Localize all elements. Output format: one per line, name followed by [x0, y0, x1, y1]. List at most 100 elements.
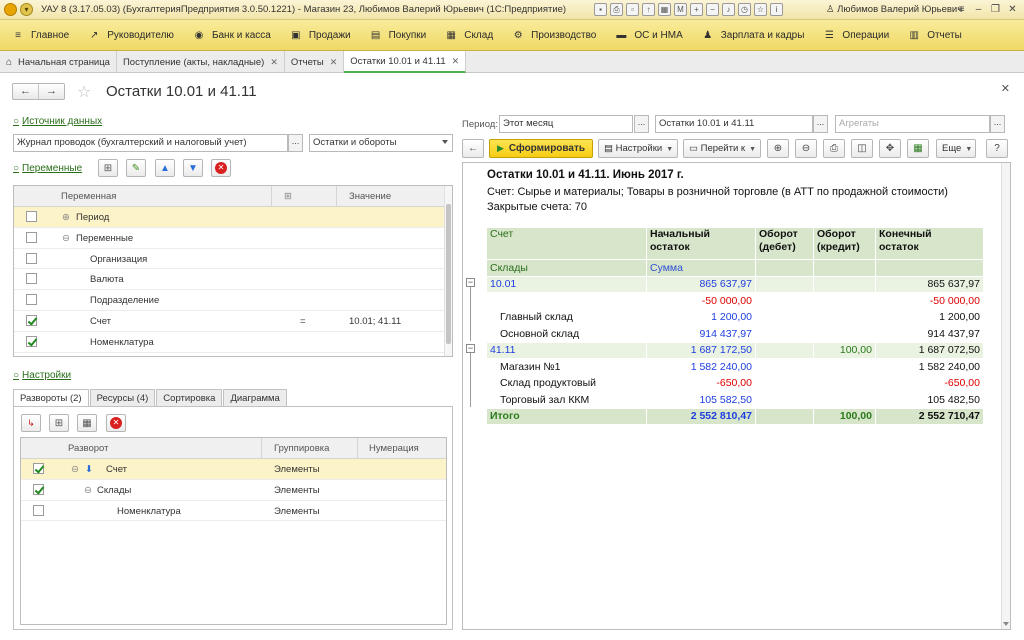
delete-breakdown-button[interactable]: ✕ [106, 414, 126, 432]
memory-minus-icon[interactable]: − [706, 3, 719, 16]
section-3[interactable]: ▣ Продажи [290, 30, 351, 41]
breakdown-grouping[interactable]: Элементы [274, 485, 320, 496]
tab-sorting[interactable]: Сортировка [156, 389, 223, 407]
report-name-input[interactable]: Остатки 10.01 и 41.11 [655, 115, 813, 133]
report-cell-credit[interactable] [813, 292, 876, 310]
collapse-icon[interactable]: ⊖ [84, 485, 92, 496]
report-cell-debit[interactable] [755, 292, 814, 310]
column-value[interactable]: Значение [349, 191, 391, 202]
delete-variable-button[interactable]: ✕ [211, 159, 231, 177]
breakdown-row[interactable]: ⊖ Склады Элементы [21, 480, 446, 501]
use-checkbox[interactable] [26, 335, 37, 347]
use-checkbox[interactable] [33, 483, 44, 495]
settings-link[interactable]: ○ Настройки [13, 370, 71, 381]
report-cell-opening[interactable]: 1 582 240,00 [646, 358, 756, 376]
data-source-select-button[interactable]: ... [288, 134, 303, 152]
add-breakdown-button[interactable]: ↳ [21, 414, 41, 432]
report-cell-closing[interactable]: -50 000,00 [875, 292, 984, 310]
report-cell-opening[interactable]: 865 637,97 [646, 275, 756, 293]
period-input[interactable]: Этот месяц [499, 115, 633, 133]
report-cell-closing[interactable]: 1 582 240,00 [875, 358, 984, 376]
calendar-icon[interactable]: ▦ [658, 3, 671, 16]
report-cell-closing[interactable]: 914 437,97 [875, 325, 984, 343]
report-cell-opening[interactable]: -50 000,00 [646, 292, 756, 310]
report-total-debit[interactable] [755, 407, 814, 425]
report-cell-opening[interactable]: 1 687 172,50 [646, 341, 756, 359]
section-2[interactable]: ◉ Банк и касса [193, 30, 271, 41]
report-cell-name[interactable]: Основной склад [486, 325, 647, 343]
close-form-icon[interactable]: ✕ [1001, 82, 1010, 95]
variable-row[interactable]: Организация [14, 249, 452, 270]
column-variable[interactable]: Переменная [61, 191, 116, 202]
report-name-select-button[interactable]: ... [813, 115, 828, 133]
report-cell-credit[interactable] [813, 325, 876, 343]
report-cell-credit[interactable] [813, 391, 876, 409]
report-cell-closing[interactable]: -650,00 [875, 374, 984, 392]
breakdown-structure-button[interactable]: ⊞ [49, 414, 69, 432]
variable-row[interactable]: ⊕ Период [14, 207, 452, 228]
section-4[interactable]: ▤ Покупки [370, 30, 426, 41]
collapse-report-button[interactable]: ⊖ [795, 139, 817, 158]
star-icon[interactable]: ☆ [754, 3, 767, 16]
section-9[interactable]: ☰ Операции [823, 30, 889, 41]
section-0[interactable]: ≡ Главное [12, 30, 69, 41]
main-menu-icon[interactable]: ▾ [20, 3, 33, 16]
breakdown-row[interactable]: ⊖ ⬇ Счет Элементы [21, 459, 446, 480]
report-scrollbar[interactable] [1001, 163, 1010, 629]
section-6[interactable]: ⚙ Производство [512, 30, 597, 41]
tab-home[interactable]: ⌂ Начальная страница [0, 51, 117, 73]
section-8[interactable]: ♟ Зарплата и кадры [702, 30, 804, 41]
tab-resources[interactable]: Ресурсы (4) [89, 389, 156, 407]
collapse-icon[interactable]: ⊖ [71, 464, 79, 475]
save-icon[interactable]: ▪ [594, 3, 607, 16]
upload-icon[interactable]: ↑ [642, 3, 655, 16]
report-cell-closing[interactable]: 1 200,00 [875, 308, 984, 326]
expand-icon[interactable]: ⊕ [62, 212, 70, 223]
close-tab-icon[interactable]: ✕ [330, 57, 338, 68]
collapse-group-icon[interactable]: − [466, 344, 475, 353]
preview-icon[interactable]: ▫ [626, 3, 639, 16]
generate-report-button[interactable]: ▶ Сформировать [489, 139, 593, 158]
column-grouping[interactable]: Группировка [274, 443, 329, 454]
excel-export-button[interactable]: ▦ [907, 139, 929, 158]
report-total-credit[interactable]: 100,00 [813, 407, 876, 425]
variable-row[interactable]: Номенклатура [14, 332, 452, 353]
expand-report-button[interactable]: ⊕ [767, 139, 789, 158]
report-cell-closing[interactable]: 865 637,97 [875, 275, 984, 293]
report-cell-opening[interactable]: -650,00 [646, 374, 756, 392]
use-checkbox[interactable] [26, 294, 37, 306]
use-checkbox[interactable] [26, 252, 37, 264]
variable-row[interactable]: ⊖ Переменные [14, 228, 452, 249]
toggle-settings-panel-button[interactable]: ← [462, 139, 484, 158]
report-cell-credit[interactable] [813, 308, 876, 326]
back-icon[interactable]: ← [13, 84, 39, 99]
report-cell-opening[interactable]: 1 200,00 [646, 308, 756, 326]
section-1[interactable]: ↗ Руководителю [88, 30, 174, 41]
report-cell-name[interactable] [486, 292, 647, 310]
close-tab-icon[interactable]: ✕ [270, 57, 278, 68]
report-cell-opening[interactable]: 105 582,50 [646, 391, 756, 409]
report-cell-debit[interactable] [755, 308, 814, 326]
report-cell-name[interactable]: 41.11 [486, 341, 647, 359]
use-checkbox[interactable] [33, 504, 44, 516]
report-settings-button[interactable]: ▤ Настройки ▼ [598, 139, 678, 158]
report-cell-credit[interactable] [813, 358, 876, 376]
report-cell-debit[interactable] [755, 275, 814, 293]
breakdown-settings-button[interactable]: ▦ [77, 414, 97, 432]
goto-button[interactable]: ▭ Перейти к ▼ [683, 139, 761, 158]
section-5[interactable]: ▦ Склад [445, 30, 493, 41]
section-10[interactable]: ▥ Отчеты [908, 30, 961, 41]
current-user[interactable]: ♙ Любимов Валерий Юрьевич [826, 4, 962, 15]
report-cell-name[interactable]: Главный склад [486, 308, 647, 326]
close-tab-icon[interactable]: ✕ [452, 56, 460, 67]
report-cell-debit[interactable] [755, 325, 814, 343]
data-source-kind-select[interactable]: Остатки и обороты [309, 134, 453, 152]
column-numbering[interactable]: Нумерация [369, 443, 419, 454]
restore-icon[interactable]: ❐ [988, 3, 1003, 16]
print-report-button[interactable]: ⎙ [823, 139, 845, 158]
report-cell-name[interactable]: Торговый зал ККМ [486, 391, 647, 409]
variables-scrollbar[interactable] [444, 186, 452, 356]
report-cell-credit[interactable] [813, 275, 876, 293]
breakdown-grouping[interactable]: Элементы [274, 464, 320, 475]
column-type-icon[interactable]: ⊞ [284, 191, 292, 202]
